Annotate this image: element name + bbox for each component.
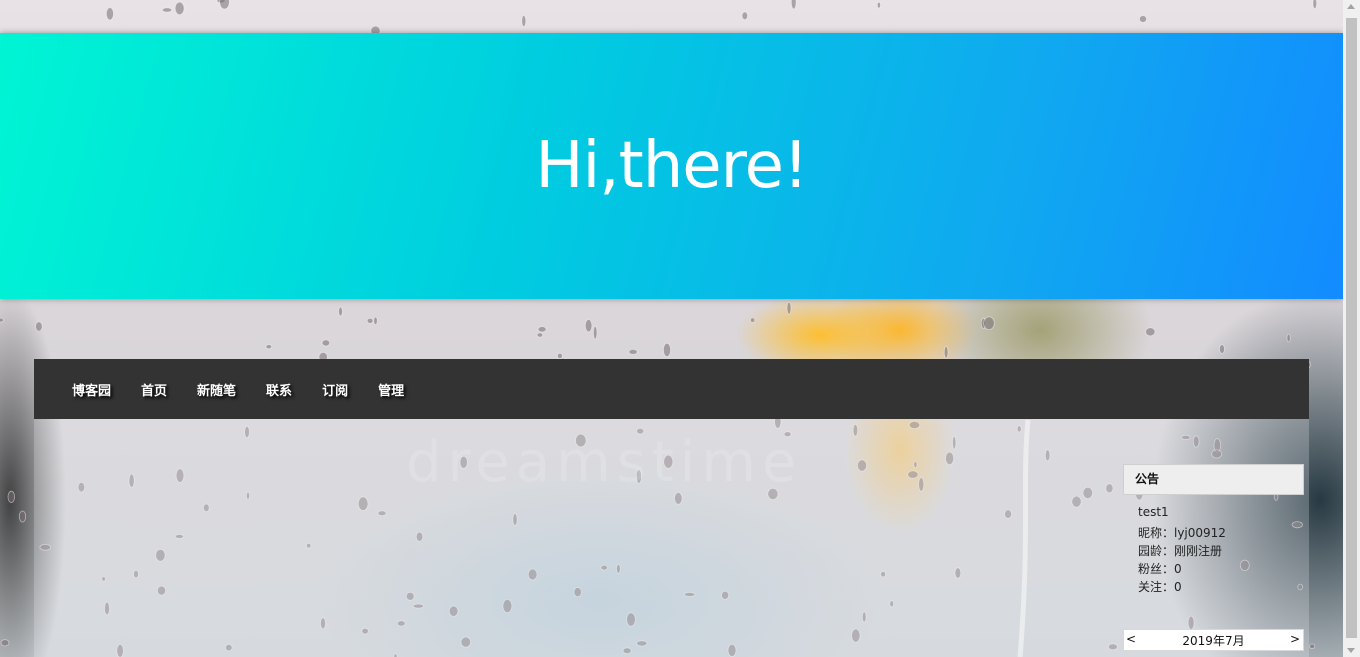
raindrop: [628, 348, 638, 355]
raindrop: [265, 344, 272, 350]
nav-item-admin[interactable]: 管理: [378, 380, 404, 399]
calendar-header: < 2019年7月 >: [1123, 629, 1304, 651]
calendar-month-title: 2019年7月: [1182, 634, 1245, 648]
raindrop: [35, 321, 43, 332]
raindrop: [741, 11, 748, 20]
raindrop: [0, 639, 10, 647]
nav-item-new-post[interactable]: 新随笔: [197, 380, 236, 399]
scroll-down-icon[interactable]: [1347, 648, 1355, 653]
page-title: Hi,there!: [535, 129, 808, 203]
calendar-next-button[interactable]: >: [1290, 632, 1300, 646]
raindrop: [0, 317, 4, 323]
raindrop: [366, 317, 374, 324]
raindrop: [373, 316, 378, 325]
navbar: 博客园 首页 新随笔 联系 订阅 管理: [34, 359, 1309, 419]
raindrop: [216, 0, 226, 4]
raindrop: [537, 326, 547, 333]
raindrop: [521, 14, 527, 27]
raindrop: [321, 339, 331, 347]
page-scrollbar[interactable]: [1343, 0, 1360, 657]
raindrop: [174, 1, 185, 16]
raindrop: [983, 316, 995, 331]
raindrop: [7, 490, 15, 503]
profile-age[interactable]: 园龄：刚刚注册: [1138, 542, 1226, 560]
raindrop: [338, 306, 343, 317]
raindrop: [105, 7, 114, 21]
raindrop: [790, 0, 797, 10]
raindrop: [161, 7, 173, 13]
raindrop: [557, 352, 563, 359]
hero-banner: Hi,there!: [0, 33, 1343, 299]
raindrop: [1139, 15, 1148, 23]
notice-text: test1: [1138, 505, 1169, 519]
raindrop: [943, 345, 949, 359]
scroll-up-icon[interactable]: [1347, 4, 1355, 9]
nav-item-home[interactable]: 首页: [141, 380, 167, 399]
raindrop: [749, 317, 756, 323]
raindrop: [980, 317, 987, 329]
raindrop: [593, 325, 598, 340]
raindrop: [1309, 643, 1316, 649]
nav-item-subscribe[interactable]: 订阅: [322, 380, 348, 399]
raindrop: [1219, 344, 1225, 354]
raindrop: [536, 332, 544, 338]
profile-fans[interactable]: 粉丝：0: [1138, 560, 1226, 578]
nav-item-cnblogs[interactable]: 博客园: [72, 380, 111, 399]
scrollbar-thumb[interactable]: [1346, 18, 1357, 638]
notice-heading: 公告: [1123, 464, 1304, 495]
raindrop: [18, 510, 27, 523]
main-content: [34, 419, 1309, 657]
profile-follow[interactable]: 关注：0: [1138, 578, 1226, 596]
raindrop: [584, 319, 593, 333]
raindrop: [1312, 0, 1318, 9]
raindrop: [876, 1, 881, 9]
raindrop: [1286, 333, 1291, 343]
notice-body: test1 昵称：lyj00912 园龄：刚刚注册 粉丝：0 关注：0: [1138, 503, 1226, 596]
profile-nickname[interactable]: 昵称：lyj00912: [1138, 524, 1226, 542]
raindrop: [219, 0, 230, 10]
nav-item-contact[interactable]: 联系: [266, 380, 292, 399]
raindrop: [1145, 327, 1156, 337]
raindrop: [786, 301, 792, 315]
raindrop: [663, 342, 672, 357]
